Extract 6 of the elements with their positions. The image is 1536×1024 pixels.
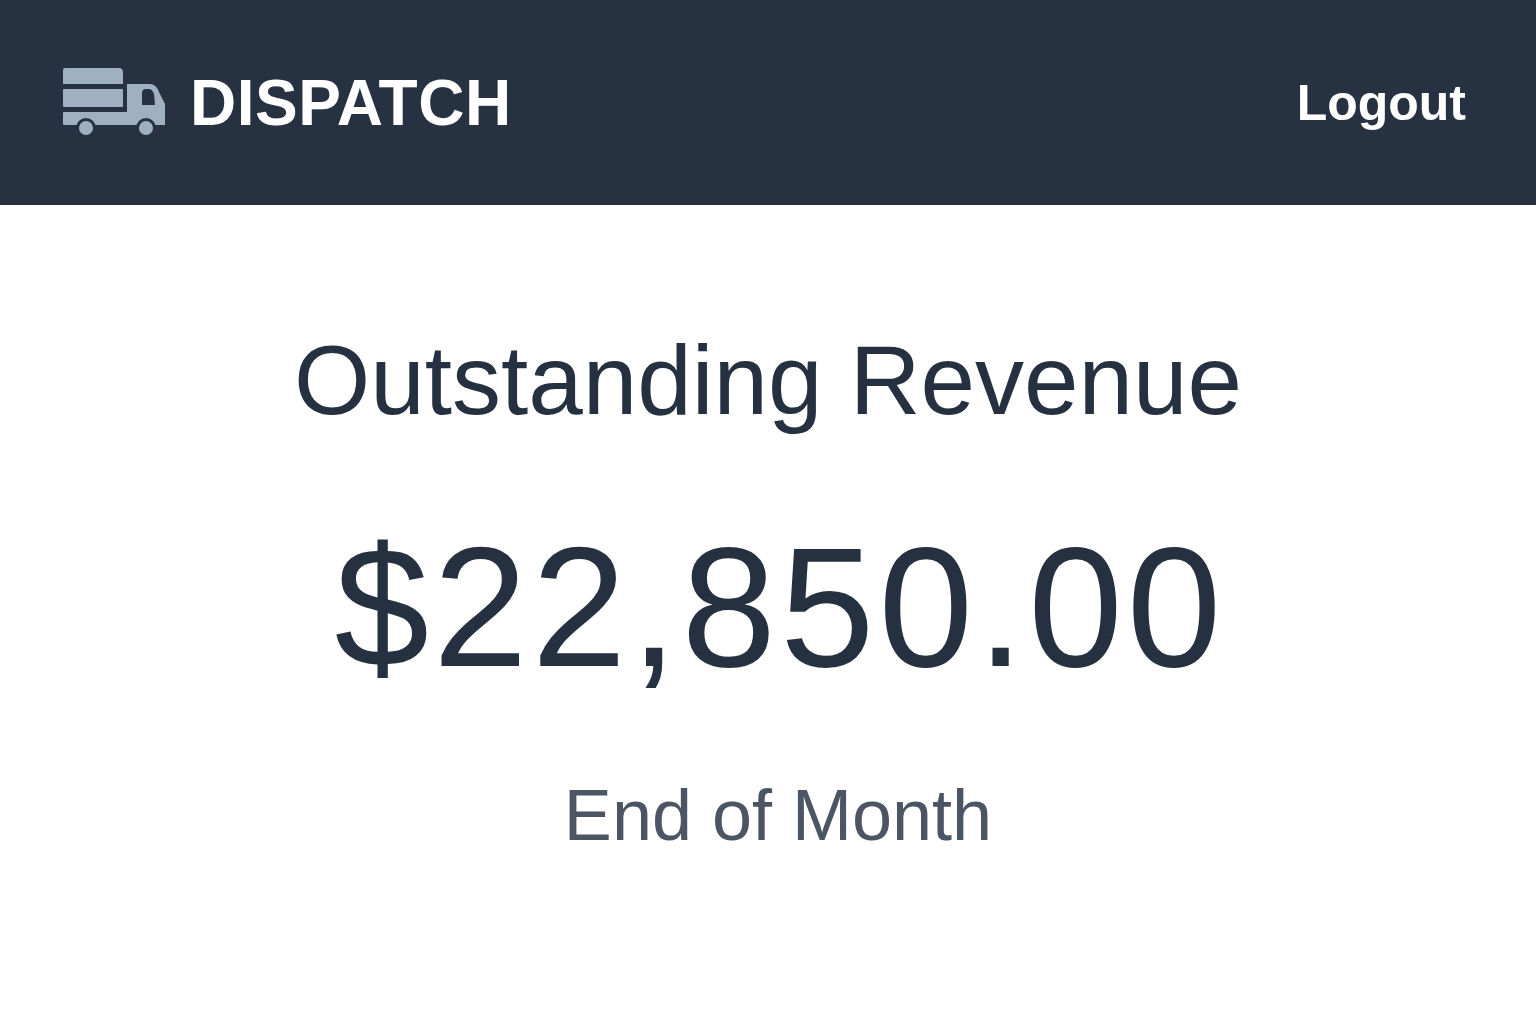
truck-icon <box>62 67 166 138</box>
logout-link[interactable]: Logout <box>1296 77 1466 128</box>
period-label: End of Month <box>563 774 993 857</box>
revenue-amount: $22,850.00 <box>334 511 1226 704</box>
brand-name: DISPATCH <box>190 70 512 135</box>
summary-title: Outstanding Revenue <box>294 324 1242 437</box>
